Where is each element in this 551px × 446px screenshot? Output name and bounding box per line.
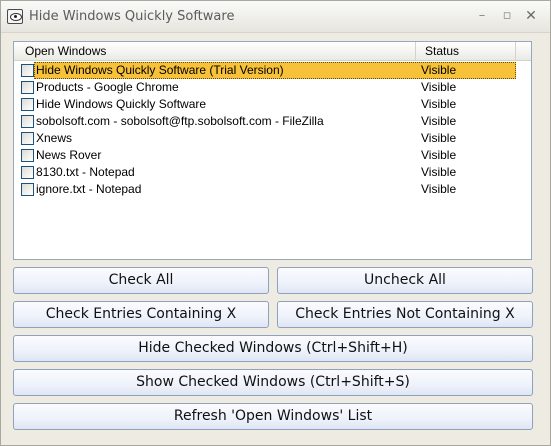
window-title: Hide Windows Quickly Software xyxy=(29,9,235,24)
window-status: Visible xyxy=(421,182,457,196)
app-window: Hide Windows Quickly Software – ▫ ✕ Open… xyxy=(0,0,551,446)
row-checkbox[interactable] xyxy=(21,64,34,77)
minimize-icon[interactable]: – xyxy=(473,7,491,25)
eye-icon[interactable] xyxy=(7,9,23,24)
maximize-icon[interactable]: ▫ xyxy=(498,7,516,25)
row-checkbox[interactable] xyxy=(21,98,34,111)
window-status: Visible xyxy=(421,148,457,162)
check-entries-containing-button[interactable]: Check Entries Containing X xyxy=(13,301,269,328)
window-name: Hide Windows Quickly Software (Trial Ver… xyxy=(36,63,284,77)
show-checked-windows-button[interactable]: Show Checked Windows (Ctrl+Shift+S) xyxy=(13,369,533,396)
row-checkbox[interactable] xyxy=(21,81,34,94)
window-name: sobolsoft.com - sobolsoft@ftp.sobolsoft.… xyxy=(36,114,324,128)
row-checkbox[interactable] xyxy=(21,132,34,145)
check-entries-not-containing-button[interactable]: Check Entries Not Containing X xyxy=(277,301,533,328)
refresh-list-button[interactable]: Refresh 'Open Windows' List xyxy=(13,403,533,430)
list-item[interactable]: Xnews Visible xyxy=(14,130,531,147)
window-name: Xnews xyxy=(36,131,73,145)
row-checkbox[interactable] xyxy=(21,115,34,128)
window-name: 8130.txt - Notepad xyxy=(36,165,135,179)
window-status: Visible xyxy=(421,80,457,94)
window-name: News Rover xyxy=(36,148,102,162)
list-item[interactable]: 8130.txt - Notepad Visible xyxy=(14,164,531,181)
list-item[interactable]: sobolsoft.com - sobolsoft@ftp.sobolsoft.… xyxy=(14,113,531,130)
list-item[interactable]: Hide Windows Quickly Software Visible xyxy=(14,96,531,113)
open-windows-list[interactable]: Open Windows Status Hide Windows Quickly… xyxy=(13,41,532,260)
list-item[interactable]: Hide Windows Quickly Software (Trial Ver… xyxy=(14,62,531,79)
column-header-open-windows[interactable]: Open Windows xyxy=(14,42,416,60)
list-item[interactable]: ignore.txt - Notepad Visible xyxy=(14,181,531,198)
window-name: Products - Google Chrome xyxy=(36,80,179,94)
column-header-status[interactable]: Status xyxy=(416,42,516,60)
window-status: Visible xyxy=(421,131,457,145)
hide-checked-windows-button[interactable]: Hide Checked Windows (Ctrl+Shift+H) xyxy=(13,335,533,362)
window-status: Visible xyxy=(421,63,457,77)
window-name: Hide Windows Quickly Software xyxy=(36,97,207,111)
uncheck-all-button[interactable]: Uncheck All xyxy=(277,267,533,294)
row-checkbox[interactable] xyxy=(21,166,34,179)
window-status: Visible xyxy=(421,97,457,111)
window-status: Visible xyxy=(421,114,457,128)
row-checkbox[interactable] xyxy=(21,149,34,162)
title-bar[interactable]: Hide Windows Quickly Software – ▫ ✕ xyxy=(1,1,550,33)
row-checkbox[interactable] xyxy=(21,183,34,196)
check-all-button[interactable]: Check All xyxy=(13,267,269,294)
list-item[interactable]: Products - Google Chrome Visible xyxy=(14,79,531,96)
close-icon[interactable]: ✕ xyxy=(522,7,540,25)
window-status: Visible xyxy=(421,165,457,179)
list-header: Open Windows Status xyxy=(14,42,531,61)
list-item[interactable]: News Rover Visible xyxy=(14,147,531,164)
window-name: ignore.txt - Notepad xyxy=(36,182,142,196)
